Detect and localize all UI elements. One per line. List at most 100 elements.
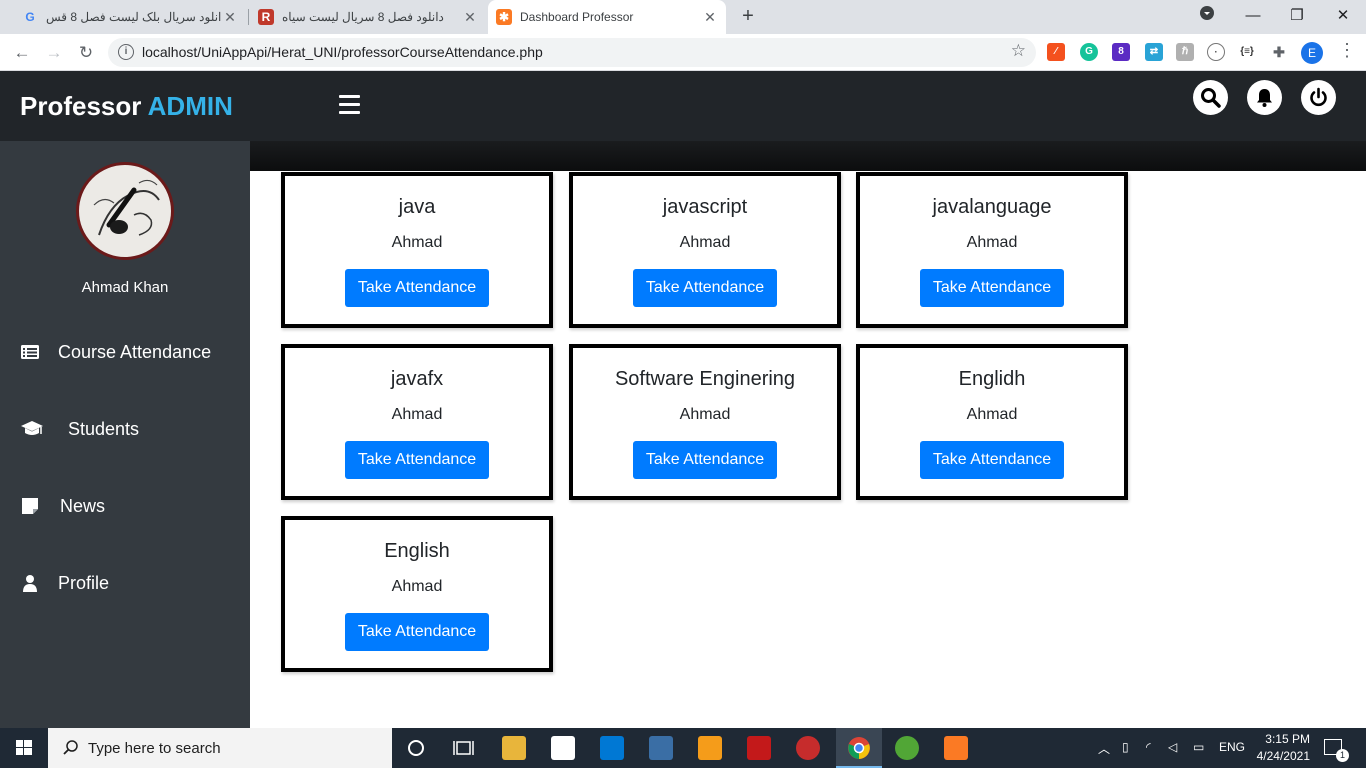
clock[interactable]: 3:15 PM 4/24/2021 [1254, 731, 1310, 765]
extension-icon[interactable]: ℏ [1176, 43, 1194, 61]
chrome-taskbar-button[interactable] [836, 728, 882, 768]
taskbar-search[interactable]: Type here to search [48, 728, 392, 768]
course-professor: Ahmad [391, 578, 443, 595]
acrobat-icon[interactable] [747, 736, 771, 760]
menu-toggle-icon[interactable] [339, 95, 360, 115]
browser-tab-active[interactable]: ✱ Dashboard Professor ✕ [488, 0, 726, 34]
cortana-icon[interactable] [406, 738, 426, 758]
back-icon[interactable]: ← [10, 41, 34, 65]
course-professor: Ahmad [679, 406, 731, 423]
extension-icon[interactable]: 8 [1112, 43, 1130, 61]
user-icon [23, 575, 37, 592]
forward-icon[interactable]: → [42, 41, 66, 65]
brand-logo[interactable]: Professor ADMIN [20, 91, 233, 122]
xampp-favicon-icon: ✱ [496, 9, 512, 25]
sidebar-item-label: Students [68, 418, 140, 439]
search-icon [1201, 88, 1221, 108]
list-icon [21, 345, 39, 359]
take-attendance-button[interactable]: Take Attendance [345, 269, 489, 307]
search-button[interactable] [1193, 80, 1228, 115]
clock-date: 4/24/2021 [1256, 749, 1310, 763]
close-tab-icon[interactable]: ✕ [462, 9, 478, 26]
course-name: javafx [390, 368, 444, 390]
brand-text: Professor [20, 91, 142, 121]
power-icon [1310, 87, 1327, 107]
app-header: Professor ADMIN [0, 71, 1366, 141]
puzzle-icon[interactable]: ✚ [1270, 43, 1288, 61]
take-attendance-button[interactable]: Take Attendance [633, 269, 777, 307]
clock-time: 3:15 PM [1265, 732, 1310, 746]
info-icon[interactable]: i [118, 44, 134, 60]
notifications-button[interactable] [1247, 80, 1282, 115]
address-bar[interactable]: i localhost/UniAppApi/Herat_UNI/professo… [108, 38, 1036, 67]
course-card: javascript Ahmad Take Attendance [569, 172, 841, 328]
course-name: javascript [662, 196, 748, 218]
tab-separator [248, 9, 249, 25]
take-attendance-button[interactable]: Take Attendance [633, 441, 777, 479]
close-tab-icon[interactable]: ✕ [222, 9, 238, 26]
file-explorer-icon[interactable] [502, 736, 526, 760]
wifi-icon[interactable]: ◜ [1146, 740, 1151, 754]
store-icon[interactable] [551, 736, 575, 760]
sidebar-item-students[interactable]: Students [0, 411, 250, 447]
hero-banner [250, 141, 1366, 171]
extension-icon[interactable]: · [1207, 43, 1225, 61]
reload-icon[interactable]: ↻ [74, 41, 98, 65]
take-attendance-button[interactable]: Take Attendance [920, 269, 1064, 307]
close-tab-icon[interactable]: ✕ [702, 9, 718, 26]
xampp-icon[interactable] [944, 736, 968, 760]
json-extension-icon[interactable]: {≡} [1238, 43, 1256, 61]
browser-menu-icon[interactable] [1184, 0, 1230, 34]
bookmark-star-icon[interactable]: ☆ [1011, 41, 1026, 61]
course-professor: Ahmad [966, 406, 1018, 423]
grammarly-icon[interactable]: G [1080, 43, 1098, 61]
utorrent-icon[interactable] [895, 736, 919, 760]
mail-icon[interactable] [600, 736, 624, 760]
course-name: English [384, 540, 450, 562]
avatar [76, 162, 174, 260]
task-view-icon[interactable] [453, 738, 475, 758]
course-name: java [398, 196, 436, 218]
close-window-icon[interactable]: ✕ [1320, 0, 1366, 34]
take-attendance-button[interactable]: Take Attendance [920, 441, 1064, 479]
search-icon [63, 740, 78, 755]
restore-icon[interactable]: ❐ [1274, 0, 1320, 34]
graduation-cap-icon [21, 421, 43, 435]
sidebar-item-label: News [60, 495, 106, 516]
postman-icon[interactable] [796, 736, 820, 760]
browser-tab[interactable]: R دانلود فصل 8 سریال لیست سیاه ✕ [250, 0, 486, 34]
browser-tab[interactable]: G دانلود سریال بلک لیست فصل 8 قس ✕ [14, 0, 246, 34]
mysql-workbench-icon[interactable] [649, 736, 673, 760]
volume-icon[interactable]: ◁ [1168, 740, 1177, 754]
notification-center-icon[interactable]: 1 [1324, 739, 1349, 762]
sidebar-item-label: Profile [58, 572, 110, 593]
course-name: javalanguage [932, 196, 1052, 218]
take-attendance-button[interactable]: Take Attendance [345, 441, 489, 479]
bell-icon [1257, 89, 1272, 107]
extension-icon[interactable]: ⇄ [1145, 43, 1163, 61]
sidebar: Ahmad Khan Course Attendance Students Ne… [0, 141, 250, 728]
chevron-up-icon[interactable]: ︿ [1098, 740, 1110, 757]
take-attendance-button[interactable]: Take Attendance [345, 613, 489, 651]
start-button[interactable] [0, 728, 48, 768]
more-menu-icon[interactable]: ⋮ [1338, 40, 1356, 61]
course-name: Software Enginering [614, 368, 796, 390]
course-name: Englidh [958, 368, 1026, 390]
device-icon[interactable]: ▯ [1122, 740, 1129, 754]
logout-button[interactable] [1301, 80, 1336, 115]
extension-icon[interactable]: ⁄ [1047, 43, 1065, 61]
sidebar-item-course-attendance[interactable]: Course Attendance [0, 334, 250, 370]
brand-accent-text: ADMIN [147, 91, 233, 121]
course-card: javafx Ahmad Take Attendance [281, 344, 553, 500]
course-card: English Ahmad Take Attendance [281, 516, 553, 672]
sublime-text-icon[interactable] [698, 736, 722, 760]
profile-avatar[interactable]: E [1301, 42, 1323, 64]
language-indicator[interactable]: ENG [1219, 740, 1245, 754]
minimize-icon[interactable]: — [1230, 0, 1276, 34]
sidebar-item-news[interactable]: News [0, 488, 250, 524]
new-tab-button[interactable]: + [737, 5, 759, 27]
course-professor: Ahmad [679, 234, 731, 251]
battery-icon[interactable]: ▭ [1193, 740, 1204, 754]
sidebar-item-profile[interactable]: Profile [0, 565, 250, 601]
browser-tab-bar: G دانلود سریال بلک لیست فصل 8 قس ✕ R دان… [0, 0, 1366, 34]
